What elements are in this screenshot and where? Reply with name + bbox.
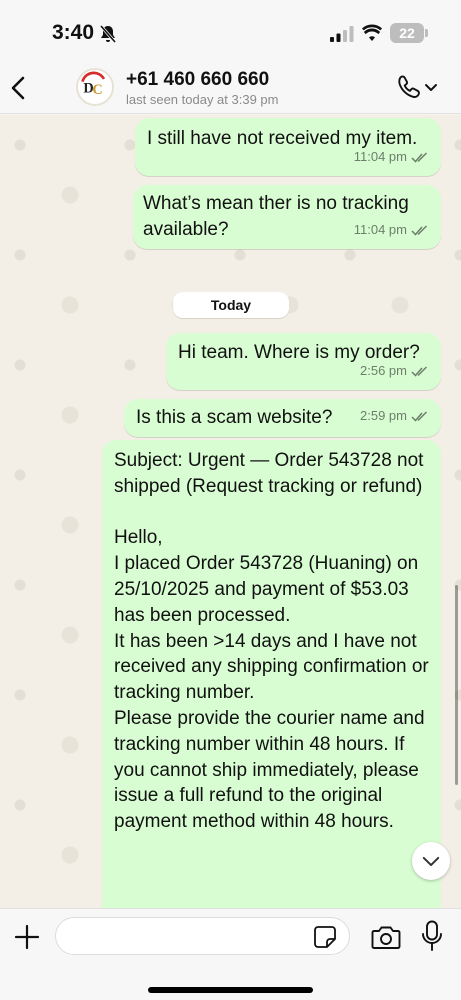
scroll-to-bottom-button[interactable]: [412, 842, 450, 880]
battery-icon: 22: [390, 23, 424, 43]
last-seen-status: last seen today at 3:39 pm: [126, 92, 279, 107]
home-indicator[interactable]: [148, 987, 313, 993]
battery-tip: [425, 29, 428, 37]
svg-text:C: C: [92, 82, 102, 98]
message-time: 11:04 pm: [353, 149, 407, 164]
plus-icon[interactable]: [13, 923, 41, 951]
chat-header: D C +61 460 660 660 last seen today at 3…: [0, 62, 461, 114]
avatar[interactable]: D C: [76, 68, 114, 106]
chevron-down-icon: [422, 856, 440, 866]
read-ticks-icon: [411, 225, 428, 236]
status-bar: 3:40 22: [0, 0, 461, 62]
microphone-icon[interactable]: [421, 920, 443, 952]
contact-name[interactable]: +61 460 660 660: [126, 69, 269, 91]
message-composer: [0, 908, 461, 1000]
message-time: 11:04 pm: [353, 222, 407, 237]
message-meta: 11:04 pm: [354, 144, 429, 170]
wifi-icon: [362, 24, 382, 41]
message-bubble[interactable]: Hi team. Where is my order? 2:56 pm: [166, 333, 441, 390]
message-time: 2:59 pm: [360, 408, 407, 423]
scrollbar[interactable]: [455, 585, 458, 785]
message-input[interactable]: [55, 917, 350, 955]
message-meta: 2:59 pm: [360, 403, 429, 429]
camera-icon[interactable]: [371, 924, 401, 950]
message-bubble[interactable]: Subject: Urgent — Order 543728 not shipp…: [102, 440, 441, 908]
message-time: 2:56 pm: [360, 363, 407, 378]
message-bubble[interactable]: What’s mean ther is no tracking availabl…: [133, 185, 441, 249]
sticker-icon[interactable]: [313, 925, 337, 949]
read-ticks-icon: [411, 411, 428, 422]
message-text: Subject: Urgent — Order 543728 not shipp…: [114, 450, 429, 833]
chevron-down-icon: [425, 84, 437, 91]
message-meta: 11:04 pm: [354, 217, 429, 243]
chat-area[interactable]: I still have not received my item. 11:04…: [0, 115, 461, 908]
message-meta: 2:56 pm: [360, 358, 429, 384]
bell-slash-icon: [99, 25, 117, 43]
read-ticks-icon: [411, 366, 428, 377]
back-icon[interactable]: [6, 73, 30, 103]
read-ticks-icon: [411, 152, 428, 163]
signal-icon: [330, 26, 354, 42]
date-separator: Today: [173, 292, 289, 318]
message-bubble[interactable]: I still have not received my item. 11:04…: [135, 118, 441, 176]
message-bubble[interactable]: Is this a scam website? 2:59 pm: [124, 399, 441, 437]
status-time: 3:40: [52, 21, 95, 44]
avatar-logo-icon: D C: [78, 70, 108, 100]
phone-icon[interactable]: [396, 74, 440, 102]
